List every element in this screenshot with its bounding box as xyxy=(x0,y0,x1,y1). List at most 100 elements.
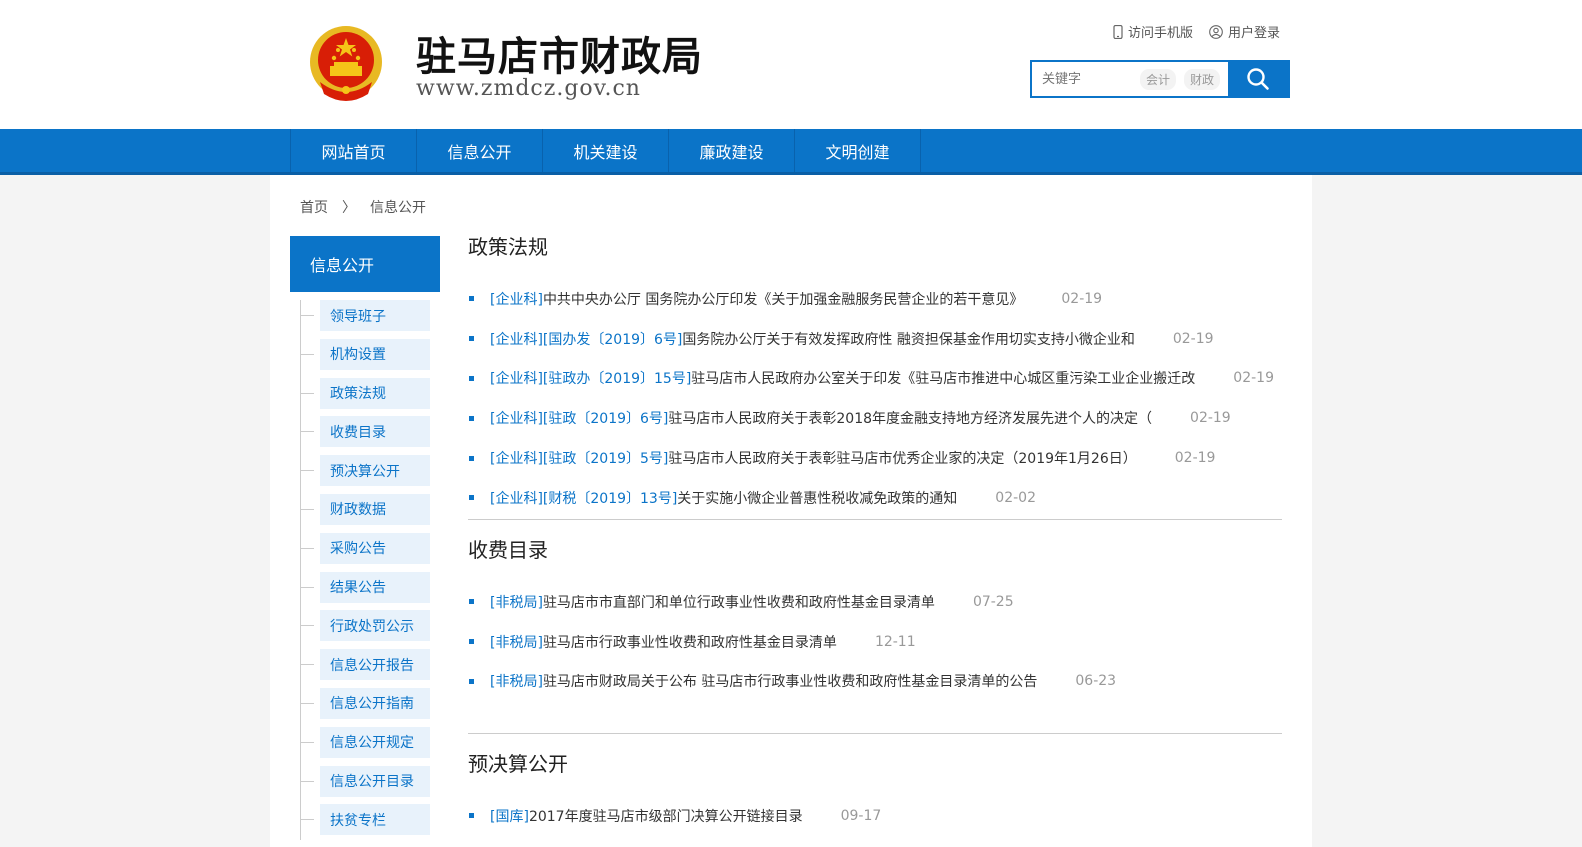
item-tag[interactable]: [企业科][国办发〔2019〕6号] xyxy=(490,329,682,349)
list-item: [企业科] 中共中央办公厅 国务院办公厅印发《关于加强金融服务民营企业的若干意见》… xyxy=(468,279,1282,319)
site-header: 驻马店市财政局 www.zmdcz.gov.cn 访问手机版 用户登录 会计 财… xyxy=(0,0,1582,129)
list-item: [非税局] 驻马店市财政局关于公布 驻马店市行政事业性收费和政府性基金目录清单的公… xyxy=(468,662,1282,702)
bullet-icon xyxy=(469,599,474,605)
item-date: 02-19 xyxy=(1190,410,1231,427)
user-login-link[interactable]: 用户登录 xyxy=(1209,22,1280,41)
item-date: 12-11 xyxy=(874,633,916,650)
breadcrumb-separator-icon: 〉 xyxy=(342,200,356,216)
list-item: [企业科][驻政〔2019〕6号] 驻马店市人民政府关于表彰2018年度金融支持地… xyxy=(468,398,1282,438)
item-tag[interactable]: [非税局] xyxy=(490,632,543,652)
main-content: 政策法规 [企业科] 中共中央办公厅 国务院办公厅印发《关于加强金融服务民营企业的… xyxy=(468,231,1282,836)
item-tag[interactable]: [非税局] xyxy=(490,592,543,612)
item-title[interactable]: 驻马店市市直部门和单位行政事业性收费和政府性基金目录清单 xyxy=(543,592,935,612)
item-title[interactable]: 驻马店市人民政府关于表彰驻马店市优秀企业家的决定（2019年1月26日） xyxy=(668,448,1136,468)
item-title[interactable]: 驻马店市财政局关于公布 驻马店市行政事业性收费和政府性基金目录清单的公告 xyxy=(543,671,1037,691)
list-item: [企业科][驻政办〔2019〕15号] 驻马店市人民政府办公室关于印发《驻马店市推… xyxy=(468,359,1282,399)
list-item: [国库] 2017年度驻马店市级部门决算公开链接目录 09-17 xyxy=(468,796,1282,836)
item-title[interactable]: 国务院办公厅关于有效发挥政府性 融资担保基金作用切实支持小微企业和 xyxy=(682,329,1134,349)
item-tag[interactable]: [企业科][驻政办〔2019〕15号] xyxy=(490,368,691,388)
bullet-icon xyxy=(469,495,474,501)
item-date: 02-19 xyxy=(1061,290,1103,307)
section-policies: 政策法规 [企业科] 中共中央办公厅 国务院办公厅印发《关于加强金融服务民营企业的… xyxy=(468,231,1282,520)
sidebar-item-fee-catalog[interactable]: 收费目录 xyxy=(300,416,430,448)
list-item: [企业科][财税〔2019〕13号] 关于实施小微企业普惠性税收减免政策的通知 02… xyxy=(468,478,1282,518)
national-emblem-icon xyxy=(310,26,382,101)
sidebar-item-budget[interactable]: 预决算公开 xyxy=(300,455,430,487)
bullet-icon xyxy=(469,336,474,342)
sidebar-item-fiscal-data[interactable]: 财政数据 xyxy=(300,493,430,525)
search-box: 会计 财政 xyxy=(1030,60,1290,98)
list-item: [非税局] 驻马店市市直部门和单位行政事业性收费和政府性基金目录清单 07-25 xyxy=(468,582,1282,622)
content-container: 首页 〉 信息公开 信息公开 领导班子 机构设置 政策法规 收费目录 预决算公开… xyxy=(270,175,1312,847)
item-tag[interactable]: [企业科] xyxy=(490,289,543,309)
item-tag[interactable]: [国库] xyxy=(490,806,529,826)
bullet-icon xyxy=(469,296,474,302)
item-date: 02-19 xyxy=(1233,370,1274,387)
sidebar-title: 信息公开 xyxy=(290,236,440,292)
item-tag[interactable]: [非税局] xyxy=(490,671,543,691)
sidebar-item-organization[interactable]: 机构设置 xyxy=(300,338,430,370)
item-date: 02-02 xyxy=(995,489,1036,506)
item-title[interactable]: 驻马店市人民政府办公室关于印发《驻马店市推进中心城区重污染工业企业搬迁改 xyxy=(691,368,1195,388)
nav-item-integrity[interactable]: 廉政建设 xyxy=(669,129,795,172)
sidebar-item-procurement[interactable]: 采购公告 xyxy=(300,532,430,564)
site-title: 驻马店市财政局 xyxy=(416,34,703,80)
sidebar-item-disclosure-rules[interactable]: 信息公开规定 xyxy=(300,726,430,758)
sidebar-item-results[interactable]: 结果公告 xyxy=(300,571,430,603)
sidebar-item-policies[interactable]: 政策法规 xyxy=(300,377,430,409)
top-links: 访问手机版 用户登录 xyxy=(1113,22,1280,41)
section-budget: 预决算公开 [国库] 2017年度驻马店市级部门决算公开链接目录 09-17 xyxy=(468,748,1282,836)
search-icon xyxy=(1247,68,1269,90)
item-date: 09-17 xyxy=(840,807,882,824)
breadcrumb-home[interactable]: 首页 xyxy=(300,197,328,217)
bullet-icon xyxy=(469,375,474,381)
section-title[interactable]: 预决算公开 xyxy=(468,748,1282,782)
section-fee-catalog: 收费目录 [非税局] 驻马店市市直部门和单位行政事业性收费和政府性基金目录清单 07… xyxy=(468,534,1282,734)
search-input[interactable] xyxy=(1032,62,1140,96)
list-item: [企业科][国办发〔2019〕6号] 国务院办公厅关于有效发挥政府性 融资担保基金… xyxy=(468,319,1282,359)
sidebar-item-disclosure-catalog[interactable]: 信息公开目录 xyxy=(300,765,430,797)
item-date: 02-19 xyxy=(1172,330,1214,347)
bullet-icon xyxy=(469,455,474,461)
main-nav: 网站首页 信息公开 机关建设 廉政建设 文明创建 xyxy=(0,129,1582,175)
mobile-version-link[interactable]: 访问手机版 xyxy=(1113,22,1193,41)
sidebar-list: 领导班子 机构设置 政策法规 收费目录 预决算公开 财政数据 采购公告 结果公告… xyxy=(290,300,440,840)
phone-icon xyxy=(1113,24,1123,39)
item-title[interactable]: 2017年度驻马店市级部门决算公开链接目录 xyxy=(529,806,803,826)
search-button[interactable] xyxy=(1228,62,1288,96)
item-date: 06-23 xyxy=(1075,673,1117,690)
item-title[interactable]: 驻马店市行政事业性收费和政府性基金目录清单 xyxy=(543,632,837,652)
breadcrumb-current[interactable]: 信息公开 xyxy=(370,197,426,217)
sidebar-item-leadership[interactable]: 领导班子 xyxy=(300,300,430,331)
user-login-label: 用户登录 xyxy=(1227,26,1280,41)
nav-item-civilization[interactable]: 文明创建 xyxy=(795,129,921,172)
sidebar-item-penalties[interactable]: 行政处罚公示 xyxy=(300,610,430,642)
list-item: [企业科][驻政〔2019〕5号] 驻马店市人民政府关于表彰驻马店市优秀企业家的决… xyxy=(468,438,1282,478)
sidebar: 信息公开 领导班子 机构设置 政策法规 收费目录 预决算公开 财政数据 采购公告… xyxy=(290,236,440,843)
item-date: 02-19 xyxy=(1174,450,1216,467)
sidebar-item-disclosure-guide[interactable]: 信息公开指南 xyxy=(300,687,430,719)
list-item: [非税局] 驻马店市行政事业性收费和政府性基金目录清单 12-11 xyxy=(468,622,1282,662)
section-title[interactable]: 收费目录 xyxy=(468,534,1282,568)
hot-tag-accounting[interactable]: 会计 xyxy=(1139,68,1176,90)
bullet-icon xyxy=(469,639,474,645)
bullet-icon xyxy=(469,813,474,819)
mobile-version-label: 访问手机版 xyxy=(1127,26,1193,41)
item-title[interactable]: 驻马店市人民政府关于表彰2018年度金融支持地方经济发展先进个人的决定（ xyxy=(668,408,1152,428)
site-url: www.zmdcz.gov.cn xyxy=(416,76,641,101)
sidebar-item-disclosure-report[interactable]: 信息公开报告 xyxy=(300,649,430,681)
item-title[interactable]: 中共中央办公厅 国务院办公厅印发《关于加强金融服务民营企业的若干意见》 xyxy=(543,289,1023,309)
nav-item-home[interactable]: 网站首页 xyxy=(291,129,417,172)
bullet-icon xyxy=(469,415,474,421)
breadcrumb: 首页 〉 信息公开 xyxy=(300,197,426,217)
hot-tag-finance[interactable]: 财政 xyxy=(1183,68,1220,90)
item-tag[interactable]: [企业科][财税〔2019〕13号] xyxy=(490,488,677,508)
item-tag[interactable]: [企业科][驻政〔2019〕5号] xyxy=(490,448,668,468)
sidebar-tree-line xyxy=(300,300,301,840)
nav-item-info-disclosure[interactable]: 信息公开 xyxy=(417,129,543,172)
item-title[interactable]: 关于实施小微企业普惠性税收减免政策的通知 xyxy=(677,488,957,508)
item-tag[interactable]: [企业科][驻政〔2019〕6号] xyxy=(490,408,668,428)
sidebar-item-poverty-alleviation[interactable]: 扶贫专栏 xyxy=(300,804,430,836)
nav-item-organ-building[interactable]: 机关建设 xyxy=(543,129,669,172)
section-title[interactable]: 政策法规 xyxy=(468,231,1282,265)
